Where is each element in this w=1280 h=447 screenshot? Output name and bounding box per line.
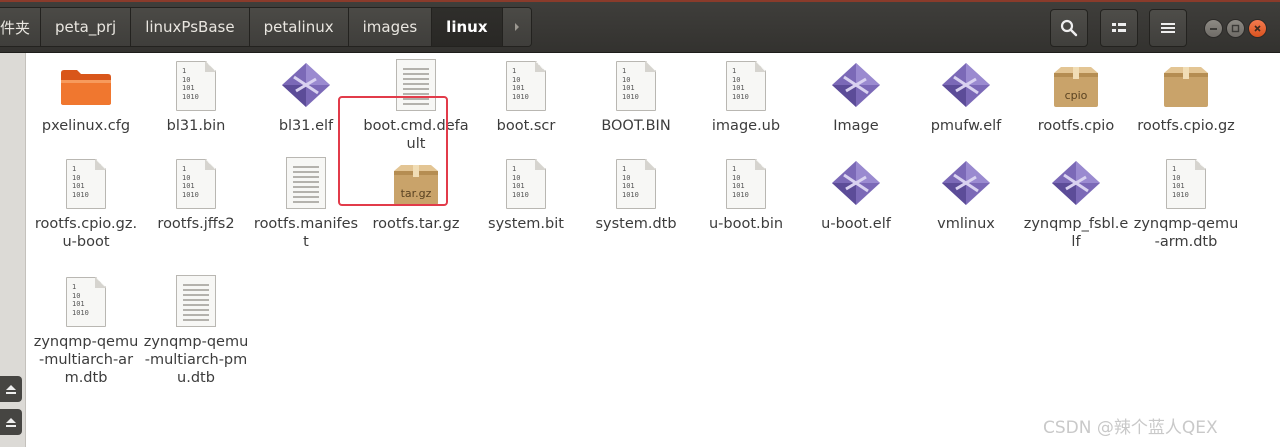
maximize-button[interactable] [1226, 19, 1245, 38]
breadcrumb: 件夹 peta_prj linuxPsBase petalinux images… [0, 7, 532, 47]
breadcrumb-item-linuxpsbase[interactable]: linuxPsBase [131, 8, 250, 46]
eject-button[interactable] [0, 409, 22, 435]
file-name: rootfs.tar.gz [372, 216, 460, 232]
binary-file-icon: 1 10 101 1010 [726, 61, 766, 111]
breadcrumb-item-petalinux[interactable]: petalinux [249, 8, 349, 46]
window-controls [1204, 19, 1267, 38]
binary-file-icon: 1 10 101 1010 [506, 61, 546, 111]
search-button[interactable] [1050, 9, 1088, 47]
binary-file-icon: 1 10 101 1010 [176, 61, 216, 111]
file-name: zynqmp-qemu-multiarch-pmu.dtb [143, 334, 249, 386]
folder-icon [61, 70, 111, 105]
breadcrumb-item-linux[interactable]: linux [432, 8, 503, 46]
maximize-icon [1231, 24, 1240, 33]
file-item[interactable]: 1 10 101 1010 system.dtb [576, 153, 696, 233]
file-item[interactable]: 1 10 101 1010 zynqmp-qemu-arm.dtb [1126, 153, 1246, 251]
file-name: rootfs.manifest [253, 216, 359, 250]
header-bar: 件夹 peta_prj linuxPsBase petalinux images… [0, 0, 1280, 53]
executable-file-icon [942, 63, 990, 107]
file-name: rootfs.cpio.gz [1137, 118, 1235, 134]
binary-file-icon: 1 10 101 1010 [1166, 159, 1206, 209]
close-button[interactable] [1248, 19, 1267, 38]
breadcrumb-item-folder[interactable]: 件夹 [0, 8, 42, 46]
eject-button[interactable] [0, 376, 22, 402]
binary-file-icon: 1 10 101 1010 [66, 159, 106, 209]
menu-button[interactable] [1149, 9, 1187, 47]
executable-file-icon [942, 161, 990, 205]
text-file-icon [286, 157, 326, 209]
file-item[interactable]: Image [796, 55, 916, 135]
file-name: system.dtb [595, 216, 677, 232]
executable-file-icon [832, 161, 880, 205]
file-name: Image [833, 118, 879, 134]
executable-file-icon [832, 63, 880, 107]
file-item[interactable]: 1 10 101 1010 zynqmp-qemu-multiarch-arm.dtb [26, 271, 146, 387]
text-file-icon [176, 275, 216, 327]
executable-file-icon [1052, 161, 1100, 205]
file-item[interactable]: u-boot.elf [796, 153, 916, 233]
binary-file-icon: 1 10 101 1010 [66, 277, 106, 327]
binary-file-icon: 1 10 101 1010 [616, 159, 656, 209]
file-name: rootfs.cpio.gz.u-boot [34, 216, 138, 250]
binary-file-icon: 1 10 101 1010 [176, 159, 216, 209]
close-icon [1254, 25, 1261, 32]
file-item[interactable]: 1 10 101 1010 system.bit [466, 153, 586, 233]
sidebar [0, 53, 26, 447]
file-name: image.ub [711, 118, 781, 134]
file-item[interactable]: 1 10 101 1010 u-boot.bin [686, 153, 806, 233]
file-item[interactable]: rootfs.cpio.gz [1126, 55, 1246, 135]
archive-file-icon [1161, 65, 1211, 109]
file-item[interactable]: 1 10 101 1010 BOOT.BIN [576, 55, 696, 135]
binary-file-icon: 1 10 101 1010 [506, 159, 546, 209]
file-name: boot.scr [496, 118, 556, 134]
file-name: bl31.bin [166, 118, 226, 134]
file-item[interactable]: 1 10 101 1010 boot.scr [466, 55, 586, 135]
chevron-right-icon [514, 23, 519, 31]
file-item[interactable]: cpio rootfs.cpio [1016, 55, 1136, 135]
file-item[interactable]: vmlinux [906, 153, 1026, 233]
file-name: rootfs.jffs2 [157, 216, 235, 232]
file-item[interactable]: pmufw.elf [906, 55, 1026, 135]
file-name: zynqmp_fsbl.elf [1023, 216, 1129, 250]
search-icon [1060, 19, 1078, 37]
watermark: CSDN @辣个蓝人QEX [1043, 418, 1218, 438]
minimize-icon [1210, 28, 1217, 30]
minimize-button[interactable] [1204, 19, 1223, 38]
eject-icon [6, 418, 16, 427]
archive-badge: cpio [1064, 89, 1088, 102]
file-grid: pxelinux.cfg 1 10 101 1010 bl31.bin bl31.elf… [26, 53, 1280, 447]
file-item[interactable]: 1 10 101 1010 bl31.bin [136, 55, 256, 135]
selection-outline [338, 96, 448, 206]
file-name: zynqmp-qemu-arm.dtb [1133, 216, 1239, 250]
binary-file-icon: 1 10 101 1010 [616, 61, 656, 111]
file-item[interactable]: zynqmp-qemu-multiarch-pmu.dtb [136, 271, 256, 387]
file-item[interactable]: zynqmp_fsbl.elf [1016, 153, 1136, 251]
executable-file-icon [282, 63, 330, 107]
file-name: pxelinux.cfg [41, 118, 131, 134]
file-item[interactable]: 1 10 101 1010 rootfs.cpio.gz.u-boot [26, 153, 146, 251]
view-options-icon [1112, 23, 1126, 32]
file-name: system.bit [488, 216, 564, 232]
file-name: rootfs.cpio [1037, 118, 1115, 134]
breadcrumb-forward-button[interactable] [502, 8, 531, 46]
file-name: u-boot.elf [821, 216, 891, 232]
binary-file-icon: 1 10 101 1010 [726, 159, 766, 209]
menu-icon [1161, 23, 1175, 33]
file-name: vmlinux [937, 216, 995, 232]
breadcrumb-item-images[interactable]: images [348, 8, 433, 46]
file-name: zynqmp-qemu-multiarch-arm.dtb [33, 334, 139, 386]
archive-file-icon: cpio [1051, 65, 1101, 109]
file-name: u-boot.bin [708, 216, 784, 232]
file-item[interactable]: 1 10 101 1010 image.ub [686, 55, 806, 135]
file-name: pmufw.elf [930, 118, 1002, 134]
file-name: BOOT.BIN [601, 118, 671, 134]
view-options-button[interactable] [1100, 9, 1138, 47]
file-item[interactable]: pxelinux.cfg [26, 55, 146, 135]
file-item[interactable]: 1 10 101 1010 rootfs.jffs2 [136, 153, 256, 233]
eject-icon [6, 385, 16, 394]
breadcrumb-item-peta-prj[interactable]: peta_prj [41, 8, 132, 46]
